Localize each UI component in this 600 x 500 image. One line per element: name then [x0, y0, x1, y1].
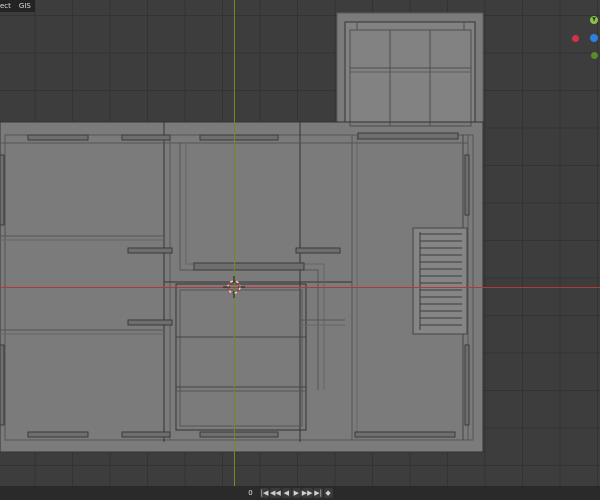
timeline-bar: 0 |◀ ◀◀ ◀ ▶ ▶▶ ▶| ◆: [0, 486, 600, 500]
jump-end-button[interactable]: ▶|: [313, 488, 323, 498]
viewport-canvas[interactable]: [0, 0, 600, 500]
y-axis-label: Y: [592, 17, 596, 23]
menu-item-gis[interactable]: GIS: [19, 0, 31, 12]
staircase: [412, 227, 468, 335]
y-negative-axis-icon[interactable]: [591, 52, 598, 59]
menu-item-object[interactable]: ect: [0, 0, 11, 12]
window: [464, 154, 470, 216]
3d-viewport[interactable]: [0, 0, 600, 500]
z-axis-icon[interactable]: [590, 34, 598, 42]
door: [193, 262, 305, 271]
header-menu: ect GIS: [0, 0, 35, 12]
window: [199, 431, 279, 438]
play-button[interactable]: ▶: [291, 488, 301, 498]
playback-controls: 0 |◀ ◀◀ ◀ ▶ ▶▶ ▶| ◆: [246, 488, 333, 498]
navigation-gizmo[interactable]: Y: [568, 14, 600, 64]
window: [121, 431, 171, 438]
door: [127, 319, 173, 326]
current-frame[interactable]: 0: [246, 488, 255, 498]
x-negative-axis-icon[interactable]: [572, 35, 579, 42]
window: [121, 134, 171, 141]
play-reverse-button[interactable]: ◀: [281, 488, 291, 498]
door: [295, 247, 341, 254]
jump-keyframe-forward-button[interactable]: ▶▶: [301, 488, 313, 498]
window: [27, 431, 89, 438]
door: [127, 247, 173, 254]
window: [464, 344, 470, 426]
jump-keyframe-back-button[interactable]: ◀◀: [270, 488, 281, 498]
keyframe-icon[interactable]: ◆: [323, 488, 333, 498]
y-axis-icon[interactable]: Y: [590, 16, 598, 24]
building-mesh[interactable]: [0, 12, 484, 453]
window: [27, 134, 89, 141]
window: [357, 132, 459, 140]
window: [354, 431, 456, 438]
window: [0, 344, 5, 426]
window: [199, 134, 279, 141]
window: [0, 154, 5, 226]
jump-start-button[interactable]: |◀: [260, 488, 269, 498]
